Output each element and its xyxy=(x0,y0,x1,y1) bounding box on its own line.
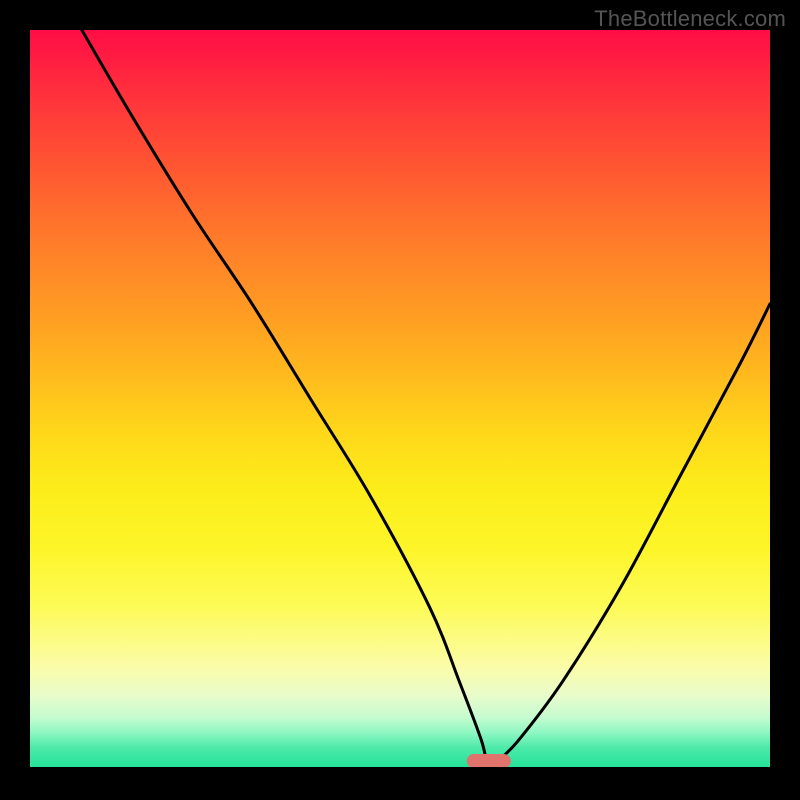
chart-container: TheBottleneck.com xyxy=(0,0,800,800)
watermark-text: TheBottleneck.com xyxy=(594,6,786,32)
curve-layer xyxy=(30,30,770,770)
optimum-marker xyxy=(467,754,511,768)
bottleneck-curve xyxy=(82,30,770,770)
x-axis xyxy=(30,767,770,770)
plot-area xyxy=(30,30,770,770)
